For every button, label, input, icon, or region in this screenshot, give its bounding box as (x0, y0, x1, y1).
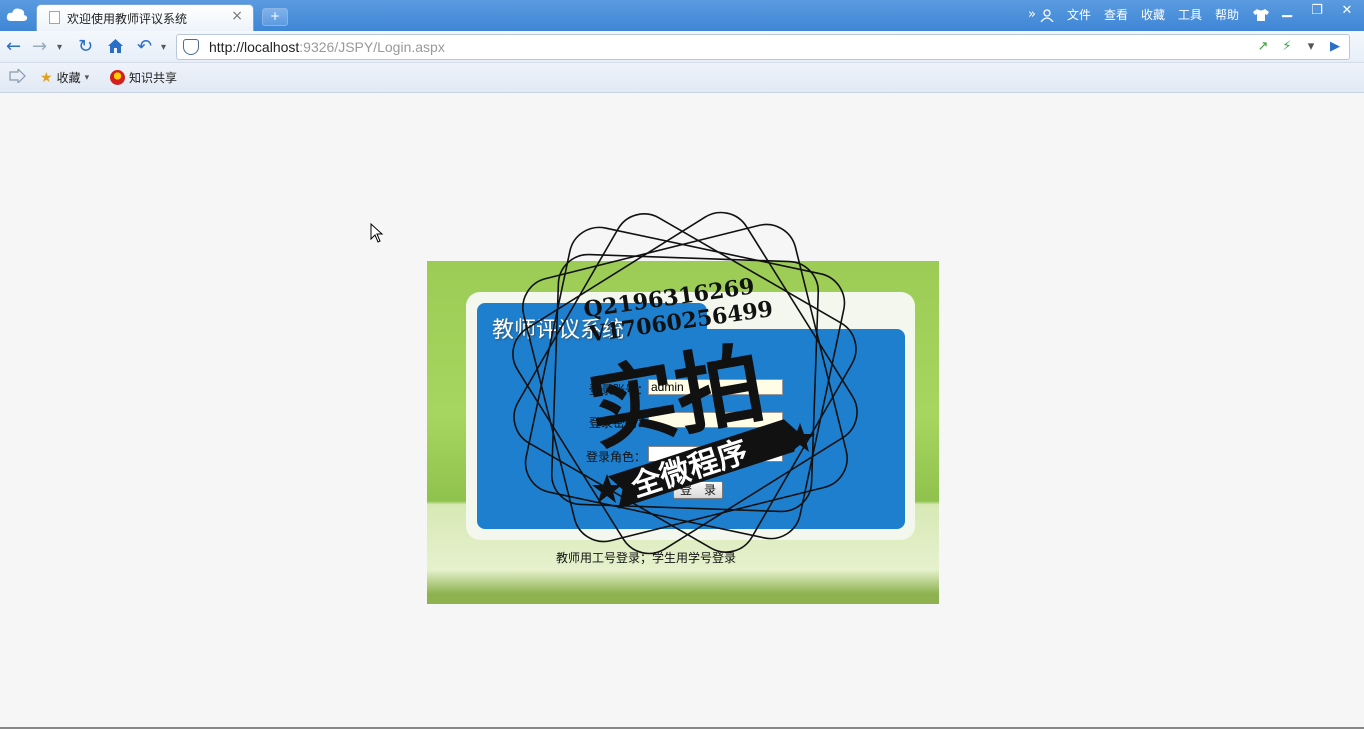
back-icon[interactable]: ← (6, 36, 21, 57)
new-tab-button[interactable]: + (262, 8, 288, 26)
password-input[interactable] (648, 412, 783, 428)
menu-file[interactable]: 文件 (1067, 6, 1091, 23)
address-bar[interactable]: http://localhost:9326/JSPY/Login.aspx ↗ … (176, 34, 1350, 60)
username-label: 登录账号： (589, 383, 650, 397)
mouse-cursor-icon (370, 223, 384, 243)
menu-more-icon[interactable]: » (1028, 7, 1036, 22)
favorites-menu[interactable]: ★ 收藏 ▾ (40, 69, 89, 86)
role-label: 登录角色： (586, 450, 647, 464)
system-title: 教师评议系统 (492, 318, 625, 343)
undo-icon[interactable]: ↶ (137, 36, 152, 57)
role-select[interactable] (648, 446, 783, 462)
skin-icon[interactable] (1252, 8, 1270, 22)
security-shield-icon[interactable] (183, 39, 199, 55)
page-icon (49, 11, 60, 24)
favorites-label: 收藏 (56, 71, 81, 85)
menu-tools[interactable]: 工具 (1178, 6, 1202, 23)
menu-favorites[interactable]: 收藏 (1141, 6, 1165, 23)
menu-bar: » 文件 查看 收藏 工具 帮助 (1028, 6, 1270, 23)
password-label: 登录密码： (589, 416, 650, 430)
favorites-dropdown-icon[interactable]: ▾ (85, 73, 90, 83)
address-dropdown-icon[interactable]: ▾ (1301, 37, 1321, 57)
home-icon[interactable] (107, 38, 124, 54)
undo-dropdown-icon[interactable]: ▾ (161, 42, 166, 53)
window-controls: ▁ ❐ ✕ (1278, 3, 1356, 18)
menu-view[interactable]: 查看 (1104, 6, 1128, 23)
share-logo-icon (110, 70, 125, 85)
login-hint: 教师用工号登录；学生用学号登录 (556, 551, 737, 565)
go-icon[interactable]: ▶ (1325, 37, 1345, 57)
login-form-area (477, 329, 905, 529)
browser-logo-icon (6, 8, 28, 21)
close-window-icon[interactable]: ✕ (1338, 3, 1356, 18)
favorites-sidebar-icon[interactable] (8, 69, 26, 83)
star-add-icon: ★ (40, 69, 53, 86)
history-dropdown-icon[interactable]: ▾ (57, 42, 62, 53)
login-button[interactable]: 登 录 (673, 481, 723, 499)
favorites-bar: ★ 收藏 ▾ 知识共享 (0, 63, 1364, 93)
forward-icon[interactable]: → (32, 36, 47, 57)
speed-mode-icon[interactable]: ⚡ (1277, 37, 1297, 57)
username-input[interactable]: admin (648, 379, 783, 395)
tab-login[interactable]: 欢迎使用教师评议系统 × (36, 4, 254, 31)
user-icon[interactable] (1040, 8, 1054, 22)
favorite-link-share[interactable]: 知识共享 (110, 69, 177, 86)
minimize-icon[interactable]: ▁ (1278, 3, 1296, 18)
refresh-icon[interactable]: ↻ (78, 36, 93, 57)
menu-help[interactable]: 帮助 (1215, 6, 1239, 23)
navigation-bar: ← → ▾ ↻ ↶ ▾ http://localhost:9326/JSPY/L… (0, 31, 1364, 63)
browser-titlebar: 欢迎使用教师评议系统 × + » 文件 查看 收藏 工具 帮助 ▁ ❐ ✕ (0, 0, 1364, 31)
address-url[interactable]: http://localhost:9326/JSPY/Login.aspx (209, 39, 445, 55)
share-icon[interactable]: ↗ (1253, 37, 1273, 57)
tab-close-icon[interactable]: × (231, 8, 243, 24)
tab-title: 欢迎使用教师评议系统 (67, 12, 188, 26)
favorite-link-label: 知识共享 (129, 71, 178, 85)
restore-icon[interactable]: ❐ (1308, 3, 1326, 18)
